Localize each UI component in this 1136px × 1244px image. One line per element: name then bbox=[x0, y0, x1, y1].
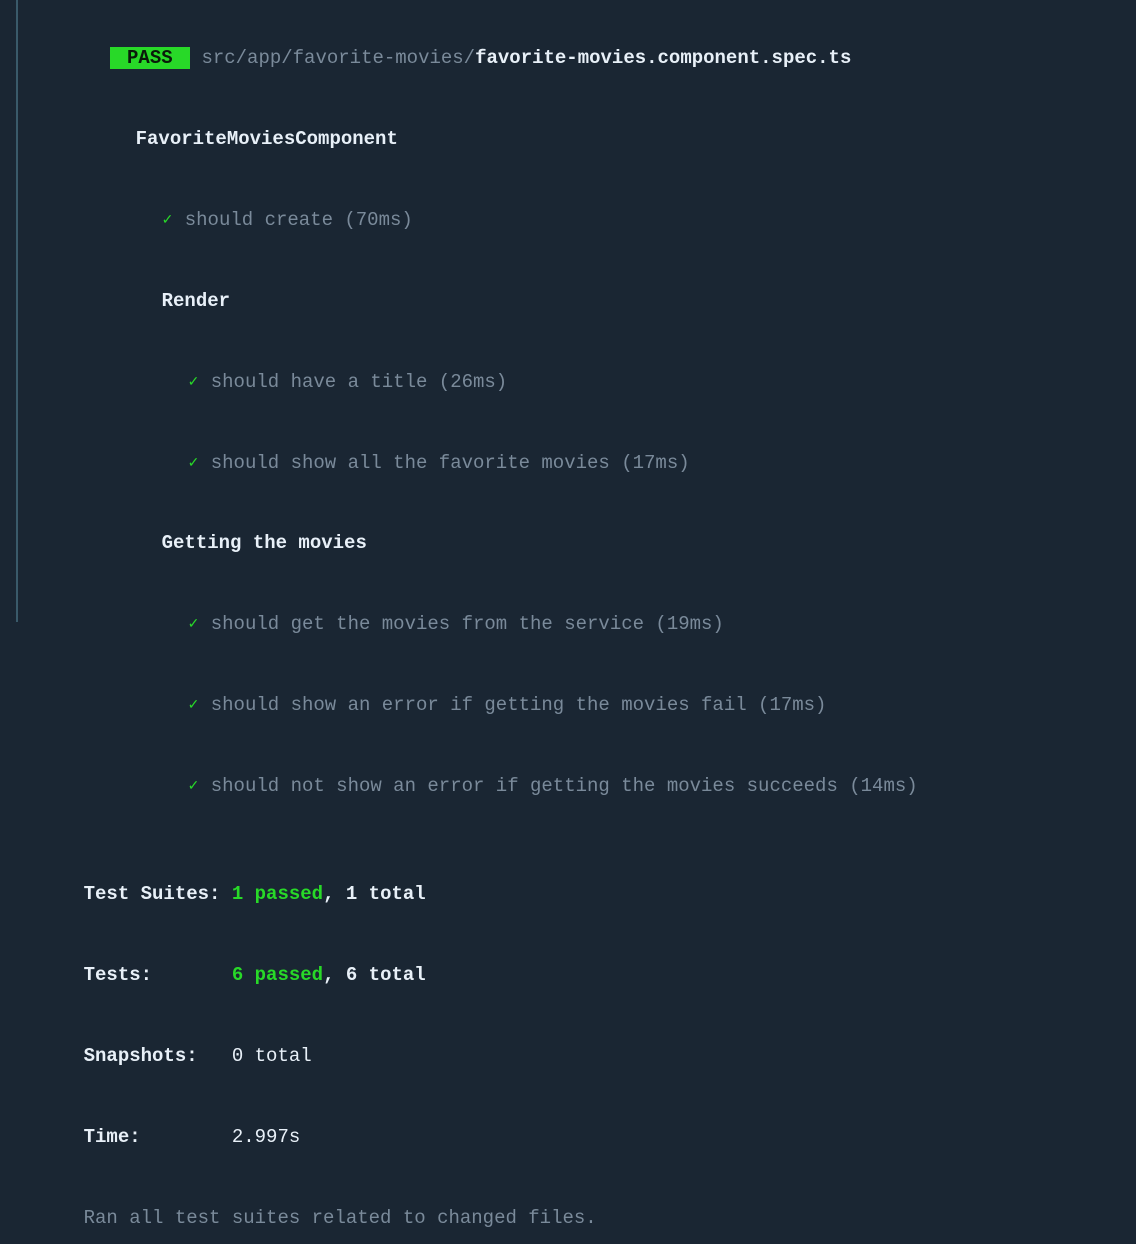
check-icon: ✓ bbox=[188, 779, 200, 795]
check-icon: ✓ bbox=[162, 213, 174, 229]
suite-group-title: Getting the movies bbox=[38, 503, 1100, 584]
test-row: ✓ should get the movies from the service… bbox=[38, 584, 1100, 665]
test-name: should create (70ms) bbox=[185, 209, 413, 231]
test-row: ✓ should have a title (26ms) bbox=[38, 342, 1100, 423]
check-icon: ✓ bbox=[188, 375, 200, 391]
test-name: should get the movies from the service (… bbox=[211, 613, 724, 635]
blank-line bbox=[38, 827, 1100, 854]
test-name: should not show an error if getting the … bbox=[211, 775, 918, 797]
check-icon: ✓ bbox=[188, 456, 200, 472]
check-icon: ✓ bbox=[188, 617, 200, 633]
check-icon: ✓ bbox=[188, 698, 200, 714]
summary-ran-line: Ran all test suites related to changed f… bbox=[38, 1178, 1100, 1244]
summary-snapshots: Snapshots: 0 total bbox=[38, 1016, 1100, 1097]
test-row: ✓ should create (70ms) bbox=[38, 180, 1100, 261]
test-row: ✓ should show an error if getting the mo… bbox=[38, 665, 1100, 746]
pass-badge: PASS bbox=[110, 47, 190, 69]
test-name: should show an error if getting the movi… bbox=[211, 694, 827, 716]
file-path-dir: src/app/favorite-movies/ bbox=[201, 47, 475, 69]
summary-suites: Test Suites: 1 passed, 1 total bbox=[38, 854, 1100, 935]
file-path-name: favorite-movies.component.spec.ts bbox=[475, 47, 851, 69]
test-file-header: PASS src/app/favorite-movies/favorite-mo… bbox=[38, 18, 1100, 99]
test-name: should have a title (26ms) bbox=[211, 371, 507, 393]
summary-tests: Tests: 6 passed, 6 total bbox=[38, 935, 1100, 1016]
test-name: should show all the favorite movies (17m… bbox=[211, 452, 690, 474]
suite-root-title: FavoriteMoviesComponent bbox=[38, 99, 1100, 180]
suite-group-title: Render bbox=[38, 261, 1100, 342]
terminal-gutter-line bbox=[16, 0, 18, 622]
test-row: ✓ should not show an error if getting th… bbox=[38, 746, 1100, 827]
summary-time: Time: 2.997s bbox=[38, 1097, 1100, 1178]
test-row: ✓ should show all the favorite movies (1… bbox=[38, 423, 1100, 504]
terminal-output: PASS src/app/favorite-movies/favorite-mo… bbox=[38, 18, 1100, 1244]
